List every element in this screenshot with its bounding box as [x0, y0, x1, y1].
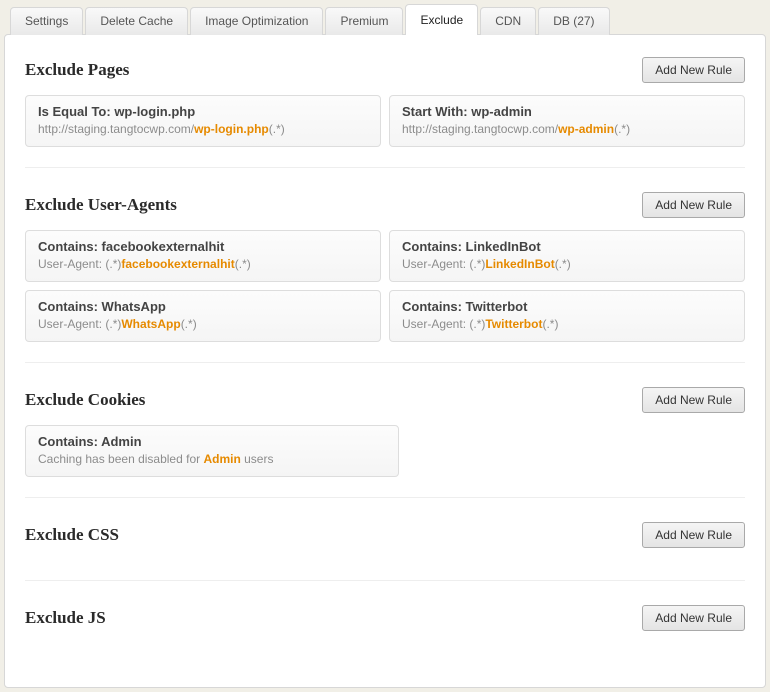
section-title: Exclude Pages [25, 60, 129, 80]
tab-premium[interactable]: Premium [325, 7, 403, 35]
add-new-rule-button[interactable]: Add New Rule [642, 605, 745, 631]
rule-description: User-Agent: (.*)WhatsApp(.*) [38, 317, 368, 331]
rule-card[interactable]: Contains: Admin Caching has been disabled… [25, 425, 399, 477]
tab-cdn[interactable]: CDN [480, 7, 536, 35]
section-exclude-cookies: Exclude Cookies Add New Rule Contains: Adm… [25, 362, 745, 497]
section-exclude-css: Exclude CSS Add New Rule [25, 497, 745, 580]
rule-card[interactable]: Contains: LinkedInBot User-Agent: (.*)Lin… [389, 230, 745, 282]
rule-description: User-Agent: (.*)LinkedInBot(.*) [402, 257, 732, 271]
section-exclude-user-agents: Exclude User-Agents Add New Rule Contains:… [25, 167, 745, 362]
tab-exclude[interactable]: Exclude [405, 4, 478, 35]
rule-card[interactable]: Start With: wp-admin http://staging.tangt… [389, 95, 745, 147]
rule-title: Contains: Admin [38, 434, 386, 449]
section-title: Exclude Cookies [25, 390, 145, 410]
rule-title: Contains: LinkedInBot [402, 239, 732, 254]
rule-title: Contains: facebookexternalhit [38, 239, 368, 254]
rule-title: Contains: Twitterbot [402, 299, 732, 314]
rule-description: User-Agent: (.*)facebookexternalhit(.*) [38, 257, 368, 271]
rule-description: Caching has been disabled for Admin user… [38, 452, 386, 466]
add-new-rule-button[interactable]: Add New Rule [642, 522, 745, 548]
rule-card[interactable]: Contains: facebookexternalhit User-Agent:… [25, 230, 381, 282]
section-exclude-pages: Exclude Pages Add New Rule Is Equal To: wp… [25, 53, 745, 167]
rule-card[interactable]: Is Equal To: wp-login.php http://staging.… [25, 95, 381, 147]
rule-description: http://staging.tangtocwp.com/wp-admin(.*… [402, 122, 732, 136]
rule-title: Start With: wp-admin [402, 104, 732, 119]
add-new-rule-button[interactable]: Add New Rule [642, 192, 745, 218]
section-title: Exclude CSS [25, 525, 119, 545]
tab-db-27[interactable]: DB (27) [538, 7, 609, 35]
rule-description: http://staging.tangtocwp.com/wp-login.ph… [38, 122, 368, 136]
rule-card[interactable]: Contains: WhatsApp User-Agent: (.*)WhatsA… [25, 290, 381, 342]
rule-title: Is Equal To: wp-login.php [38, 104, 368, 119]
tab-image-optimization[interactable]: Image Optimization [190, 7, 323, 35]
tab-settings[interactable]: Settings [10, 7, 83, 35]
add-new-rule-button[interactable]: Add New Rule [642, 57, 745, 83]
rule-title: Contains: WhatsApp [38, 299, 368, 314]
section-title: Exclude JS [25, 608, 106, 628]
section-title: Exclude User-Agents [25, 195, 177, 215]
section-exclude-js: Exclude JS Add New Rule [25, 580, 745, 663]
add-new-rule-button[interactable]: Add New Rule [642, 387, 745, 413]
rule-description: User-Agent: (.*)Twitterbot(.*) [402, 317, 732, 331]
rule-card[interactable]: Contains: Twitterbot User-Agent: (.*)Twit… [389, 290, 745, 342]
tab-delete-cache[interactable]: Delete Cache [85, 7, 188, 35]
